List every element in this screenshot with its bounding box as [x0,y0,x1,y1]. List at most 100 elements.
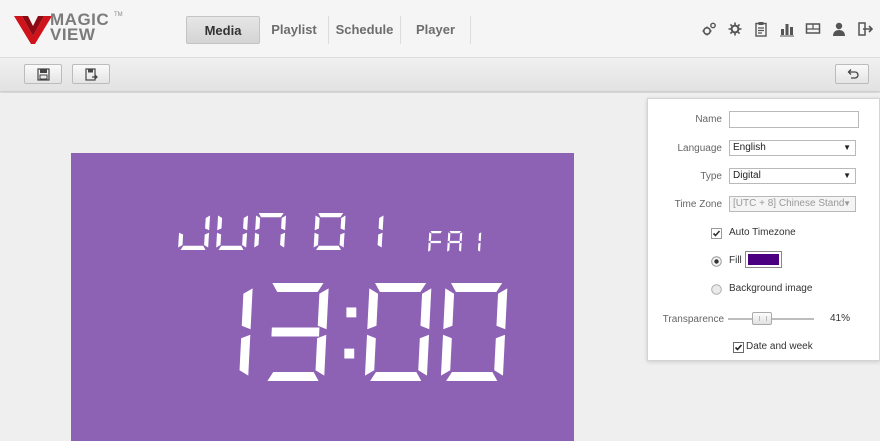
clock-digits: .seg { fill: #ffffff; } .small text, tex… [178,213,508,381]
segment [420,288,432,330]
segment [258,213,284,218]
segment [364,334,376,376]
segment [205,215,211,231]
date-char [377,215,384,248]
segment [204,232,210,248]
background-image-label: Background image [729,283,813,294]
main-tabs: Media Playlist Schedule Player [186,16,471,44]
segment [494,334,506,376]
segment [449,231,461,234]
type-select[interactable]: Digital ▼ [729,168,856,184]
segment [267,372,319,381]
tab-playlist[interactable]: Playlist [260,16,329,44]
segment [428,232,432,242]
segment [478,232,482,242]
segment [477,242,481,252]
fill-label: Fill [729,255,742,266]
save-as-icon [84,67,98,81]
tab-player[interactable]: Player [401,16,471,44]
timezone-row: Time Zone [UTC + 8] Chinese Stand ▼ [648,196,880,214]
segment [239,334,251,376]
segment [242,232,248,248]
settings-gears-icon[interactable] [696,18,722,40]
digital-clock-preview[interactable]: .seg { fill: #ffffff; } .small text, tex… [71,153,574,441]
time-display [239,283,508,381]
auto-timezone-row: Auto Timezone [648,225,880,243]
time-char [440,283,508,381]
date-char [313,213,346,250]
date-char [216,215,249,250]
date-and-week-label: Date and week [746,341,813,352]
segment [459,232,463,242]
dropdown-arrow-icon: ▼ [843,199,851,208]
user-icon[interactable] [826,18,852,40]
transparence-slider[interactable] [728,312,814,325]
date-and-week-checkbox[interactable] [732,341,744,353]
tab-media[interactable]: Media [186,16,260,44]
logo-line-2: VIEW [50,25,96,44]
name-input[interactable] [729,111,859,128]
auto-timezone-checkbox[interactable] [710,227,722,239]
segment [313,232,319,248]
monitor-icon[interactable] [800,18,826,40]
fill-color-swatch[interactable] [745,251,782,268]
name-label: Name [695,114,722,125]
background-image-radio[interactable] [710,283,722,295]
segment [428,242,431,252]
properties-panel: Name Language English ▼ Type Digital ▼ T… [647,98,880,361]
logout-icon[interactable] [852,18,878,40]
logo-mark-icon [14,16,52,44]
bar-chart-icon[interactable] [774,18,800,40]
segment [340,215,346,231]
segment [243,215,249,231]
fill-radio[interactable] [710,255,722,267]
undo-button[interactable] [835,64,869,84]
segment [315,334,327,376]
timezone-value: [UTC + 8] Chinese Stand [733,198,845,209]
timezone-select[interactable]: [UTC + 8] Chinese Stand ▼ [729,196,856,212]
logo-text: MAGIC VIEW [50,11,109,44]
segment [370,372,422,381]
segment [178,232,184,248]
segment [440,334,452,376]
language-label: Language [677,143,723,154]
language-value: English [733,142,766,153]
save-button[interactable] [24,64,62,84]
fill-row: Fill [648,251,880,271]
segment [446,372,498,381]
transparence-label: Transparence [662,314,724,325]
segment [449,240,460,244]
undo-icon [847,68,859,79]
segment [254,232,260,248]
segment [458,242,462,252]
segment [339,232,345,248]
gear-icon[interactable] [722,18,748,40]
dropdown-arrow-icon: ▼ [843,171,851,180]
segment [317,288,329,330]
slider-handle[interactable] [752,312,772,325]
save-icon [36,67,50,81]
clipboard-icon[interactable] [748,18,774,40]
magic-view-logo: MAGIC VIEW TM [14,10,124,48]
save-as-button[interactable] [72,64,110,84]
date-char [254,213,287,248]
segment [316,245,341,250]
time-char [239,288,253,376]
name-row: Name [648,111,880,129]
transparence-value: 41% [830,313,851,324]
segment [314,215,320,231]
weekday-char [428,231,442,252]
segment [280,232,286,248]
type-label: Type [700,171,722,182]
segment [272,283,324,292]
segment [430,231,442,234]
language-select[interactable]: English ▼ [729,140,856,156]
segment [241,288,253,330]
logo-trademark: TM [114,12,123,18]
tab-schedule[interactable]: Schedule [329,16,401,44]
top-bar: MAGIC VIEW TM Media Playlist Schedule Pl… [0,0,880,58]
segment [443,288,455,330]
segment [218,245,244,250]
segment [496,288,508,330]
segment [217,215,223,231]
